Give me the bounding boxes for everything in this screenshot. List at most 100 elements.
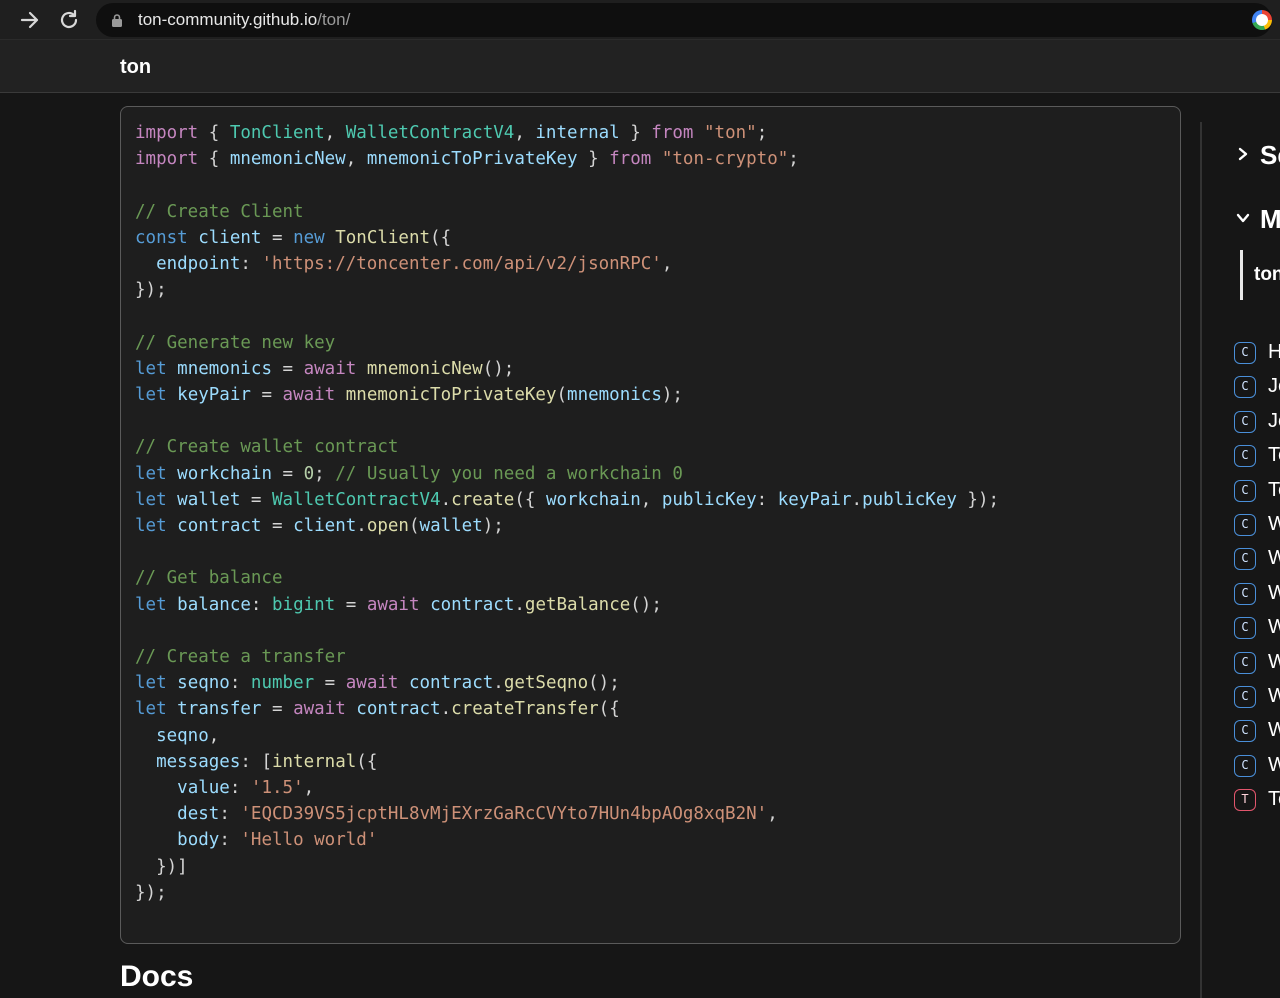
code-token: . [514,594,525,615]
class-badge-icon: C [1234,720,1256,743]
code-token: ({ [598,699,620,720]
class-badge-icon: C [1234,617,1256,640]
code-token: . [440,489,452,510]
code-token: await [293,699,346,720]
sidebar-item[interactable]: CW [1234,512,1280,546]
code-token: wallet [419,516,483,537]
sidebar-item-label: W [1268,753,1280,776]
sidebar-item[interactable]: C Je [1234,374,1280,408]
code-token: from [609,149,652,170]
chevron-down-icon [1236,210,1250,226]
site-header: ton [0,40,1280,93]
code-token: ( [408,516,420,537]
site-title[interactable]: ton [120,56,151,79]
code-token: })] [135,856,188,877]
sidebar-item-label: Te [1268,478,1280,501]
code-token: = [240,489,272,510]
code-token: "ton" [704,123,757,143]
sidebar-item[interactable]: CH [1234,340,1280,374]
sidebar-item-label: W [1268,684,1280,707]
code-token: dest [177,804,220,825]
forward-icon[interactable] [16,6,44,34]
class-badge-icon: C [1234,651,1256,674]
code-token: publicKey [862,489,957,510]
sidebar-active-item[interactable]: ton [1254,264,1280,286]
code-token: // Generate new key [135,332,336,353]
code-token: mnemonicNew [366,358,483,379]
code-token: seqno [177,673,230,694]
code-token: new [293,227,325,248]
sidebar-item-label: Je [1268,375,1280,398]
type-badge-icon: T [1234,789,1256,812]
chevron-right-icon [1236,146,1250,162]
code-token: // Get balance [135,568,283,589]
code-token: , [324,123,346,143]
sidebar-item[interactable]: CW [1234,546,1280,580]
sidebar-item[interactable]: CW [1234,684,1280,718]
code-token: // Create a transfer [135,647,346,668]
code-token: contract [177,516,262,537]
code-token: mnemonics [567,385,662,406]
code-token: mnemonicToPrivateKey [345,385,557,406]
class-badge-icon: C [1234,548,1256,571]
code-token: : [219,830,241,851]
sidebar-item[interactable]: C Te [1234,443,1280,477]
code-token: await [366,594,420,615]
address-bar[interactable]: ton-community.github.io/ton/ [96,3,1272,37]
sidebar-item[interactable]: CW [1234,753,1280,787]
code-token: , [514,123,536,143]
code-token: let [135,385,167,406]
code-token: TonClient [335,227,431,248]
code-token: // Create Client [135,201,304,222]
sidebar-item-label: W [1268,512,1280,535]
sidebar-item[interactable]: C Te [1234,478,1280,512]
code-token: . [440,699,452,720]
class-badge-icon: C [1234,754,1256,777]
code-token: ({ [356,751,378,772]
code-token: : [229,778,251,799]
reload-icon[interactable] [55,6,83,34]
code-token: { [198,123,230,143]
code-token: (); [630,594,662,615]
code-token: }); [135,280,167,301]
active-item-indicator [1240,250,1243,300]
lock-icon [110,13,124,27]
sidebar-item-label: W [1268,616,1280,639]
code-token: balance [177,594,251,615]
sidebar-item[interactable]: CW [1234,615,1280,649]
sidebar-item[interactable]: T Te [1234,787,1280,821]
code-token: 'https://toncenter.com/api/v2/jsonRPC' [261,254,662,275]
sidebar-item[interactable]: CW [1234,718,1280,752]
sidebar-item[interactable]: CW [1234,650,1280,684]
code-token: , [303,778,315,799]
code-token: contract [430,594,515,615]
code-token: await [282,385,336,406]
code-token: TonClient [229,123,325,143]
code-token: 0 [303,463,315,484]
sidebar-section-title: Se [1260,140,1280,170]
code-token: }); [135,882,167,903]
code-token: } [619,123,652,143]
code-token: WalletContractV4 [271,489,441,510]
docs-heading: Docs [120,960,194,993]
code-token: ); [661,385,683,406]
code-token: , [640,489,662,510]
code-token: internal [271,751,357,772]
code-token: { [198,149,230,170]
code-token: contract [408,673,494,694]
google-icon[interactable] [1252,10,1272,30]
code-token: await [345,673,399,694]
sidebar-item[interactable]: C Je [1234,409,1280,443]
code-token: : [756,489,778,510]
code-token: , [661,254,673,275]
code-token: = [335,594,367,615]
code-token: let [135,594,167,615]
sidebar-item[interactable]: CW [1234,581,1280,615]
